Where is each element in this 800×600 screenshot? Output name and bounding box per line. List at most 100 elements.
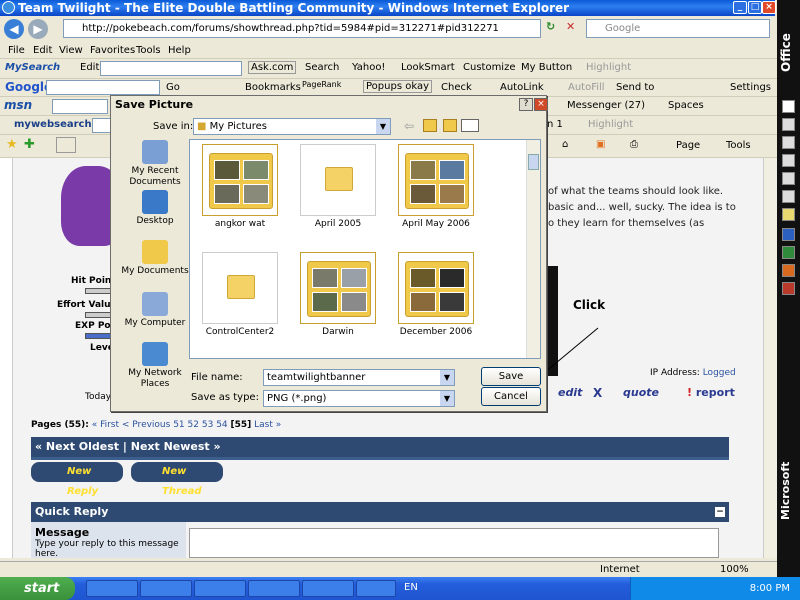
mysearch-edit[interactable]: Edit: [80, 62, 99, 73]
quote-button[interactable]: quote: [623, 386, 659, 399]
page-link[interactable]: 51: [173, 420, 184, 430]
collapse-icon[interactable]: −: [715, 507, 725, 517]
tabs-grid-icon[interactable]: [56, 137, 76, 153]
mybutton-button[interactable]: My Button: [521, 62, 572, 73]
google-search-input[interactable]: [46, 80, 160, 95]
google-go-button[interactable]: Go: [166, 82, 180, 93]
office-app-icon[interactable]: [782, 118, 795, 131]
start-button[interactable]: start: [0, 577, 75, 600]
message-textarea[interactable]: [189, 528, 719, 558]
taskbar-item[interactable]: [140, 580, 192, 597]
page-last-link[interactable]: Last »: [254, 420, 281, 430]
sendto-button[interactable]: Send to: [616, 82, 654, 93]
office-app-icon[interactable]: [782, 100, 795, 113]
favorites-star-icon[interactable]: ★: [6, 137, 18, 152]
filename-input[interactable]: teamtwilightbanner ▼: [263, 369, 455, 386]
taskbar-item[interactable]: [86, 580, 138, 597]
customize-button[interactable]: Customize: [463, 62, 516, 73]
excel-icon[interactable]: [782, 246, 795, 259]
page-prev-link[interactable]: < Previous: [122, 420, 170, 430]
autofill-button[interactable]: AutoFill: [568, 82, 605, 93]
office-app-icon[interactable]: [782, 208, 795, 221]
menu-help[interactable]: Help: [168, 45, 191, 56]
dialog-close-button[interactable]: ×: [534, 98, 548, 111]
office-app-icon[interactable]: [782, 136, 795, 149]
clock[interactable]: 8:00 PM: [750, 583, 790, 594]
menu-view[interactable]: View: [59, 45, 83, 56]
menu-file[interactable]: File: [8, 45, 25, 56]
page-scrollbar[interactable]: [763, 158, 777, 558]
back-button[interactable]: ◀: [4, 19, 24, 39]
next-oldest-link[interactable]: « Next Oldest: [35, 440, 119, 453]
home-icon[interactable]: ⌂: [562, 139, 568, 150]
page-link[interactable]: 52: [188, 420, 199, 430]
place-my-documents[interactable]: My Documents: [119, 240, 191, 277]
zoom-level[interactable]: 100%: [720, 564, 749, 575]
next-newest-link[interactable]: Next Newest »: [131, 440, 221, 453]
file-item[interactable]: Darwin: [288, 252, 388, 337]
search-input[interactable]: Google: [586, 19, 770, 38]
mysearch-search[interactable]: Search: [305, 62, 339, 73]
file-item[interactable]: December 2006: [386, 252, 486, 337]
messenger-button[interactable]: Messenger (27): [567, 100, 645, 111]
menu-edit[interactable]: Edit: [33, 45, 52, 56]
menu-favorites[interactable]: Favorites: [90, 45, 135, 56]
print-icon[interactable]: ⎙: [630, 139, 638, 150]
page-link[interactable]: 54: [216, 420, 227, 430]
mywebsearch-highlight[interactable]: Highlight: [588, 119, 633, 130]
access-icon[interactable]: [782, 282, 795, 295]
spaces-button[interactable]: Spaces: [668, 100, 704, 111]
report-button[interactable]: ! report: [687, 386, 735, 399]
save-button[interactable]: Save: [481, 367, 541, 386]
address-bar[interactable]: http://pokebeach.com/forums/showthread.p…: [63, 19, 541, 38]
stop-icon[interactable]: ✕: [566, 20, 580, 36]
help-button[interactable]: ?: [519, 98, 533, 111]
forward-button[interactable]: ▶: [28, 19, 48, 39]
mywebsearch-input[interactable]: [92, 118, 112, 133]
new-reply-button[interactable]: New Reply: [31, 462, 123, 497]
mywebsearch-item[interactable]: n 1: [547, 119, 563, 130]
office-app-icon[interactable]: [782, 172, 795, 185]
page-menu[interactable]: Page: [676, 140, 700, 151]
highlight-button[interactable]: Highlight: [586, 62, 631, 73]
language-indicator[interactable]: EN: [404, 582, 418, 593]
close-button[interactable]: ×: [762, 1, 776, 14]
place-network[interactable]: My Network Places: [119, 342, 191, 390]
powerpoint-icon[interactable]: [782, 264, 795, 277]
word-icon[interactable]: [782, 228, 795, 241]
settings-button[interactable]: Settings: [730, 82, 771, 93]
taskbar-item[interactable]: [194, 580, 246, 597]
tools-menu[interactable]: Tools: [726, 140, 751, 151]
place-my-computer[interactable]: My Computer: [119, 292, 191, 329]
taskbar-item[interactable]: [248, 580, 300, 597]
ask-dropdown[interactable]: Ask.com: [248, 61, 297, 74]
check-button[interactable]: Check: [441, 82, 472, 93]
feeds-icon[interactable]: ▣: [596, 139, 605, 150]
new-thread-button[interactable]: New Thread: [131, 462, 223, 497]
refresh-icon[interactable]: ↻: [546, 20, 560, 36]
place-desktop[interactable]: Desktop: [119, 190, 191, 227]
file-item[interactable]: April 2005: [288, 144, 388, 229]
page-first-link[interactable]: « First: [92, 420, 119, 430]
autolink-button[interactable]: AutoLink: [500, 82, 544, 93]
menu-tools[interactable]: Tools: [136, 45, 161, 56]
mysearch-input[interactable]: [100, 61, 242, 76]
save-type-dropdown[interactable]: PNG (*.png) ▼: [263, 390, 455, 407]
scroll-thumb[interactable]: [528, 154, 539, 170]
up-folder-icon[interactable]: [423, 119, 437, 132]
file-item[interactable]: April May 2006: [386, 144, 486, 229]
file-item[interactable]: angkor wat: [190, 144, 290, 229]
cancel-button[interactable]: Cancel: [481, 387, 541, 406]
yahoo-button[interactable]: Yahoo!: [352, 62, 385, 73]
new-folder-icon[interactable]: [443, 119, 457, 132]
taskbar-item[interactable]: [356, 580, 396, 597]
page-link[interactable]: 53: [202, 420, 213, 430]
back-arrow-icon[interactable]: ⇦: [404, 119, 414, 133]
popups-button[interactable]: Popups okay: [363, 80, 432, 93]
office-app-icon[interactable]: [782, 190, 795, 203]
maximize-button[interactable]: □: [748, 1, 762, 14]
add-favorites-icon[interactable]: ✚: [24, 137, 35, 152]
minimize-button[interactable]: _: [733, 1, 747, 14]
taskbar-item[interactable]: [302, 580, 354, 597]
msn-search-input[interactable]: [52, 99, 108, 114]
